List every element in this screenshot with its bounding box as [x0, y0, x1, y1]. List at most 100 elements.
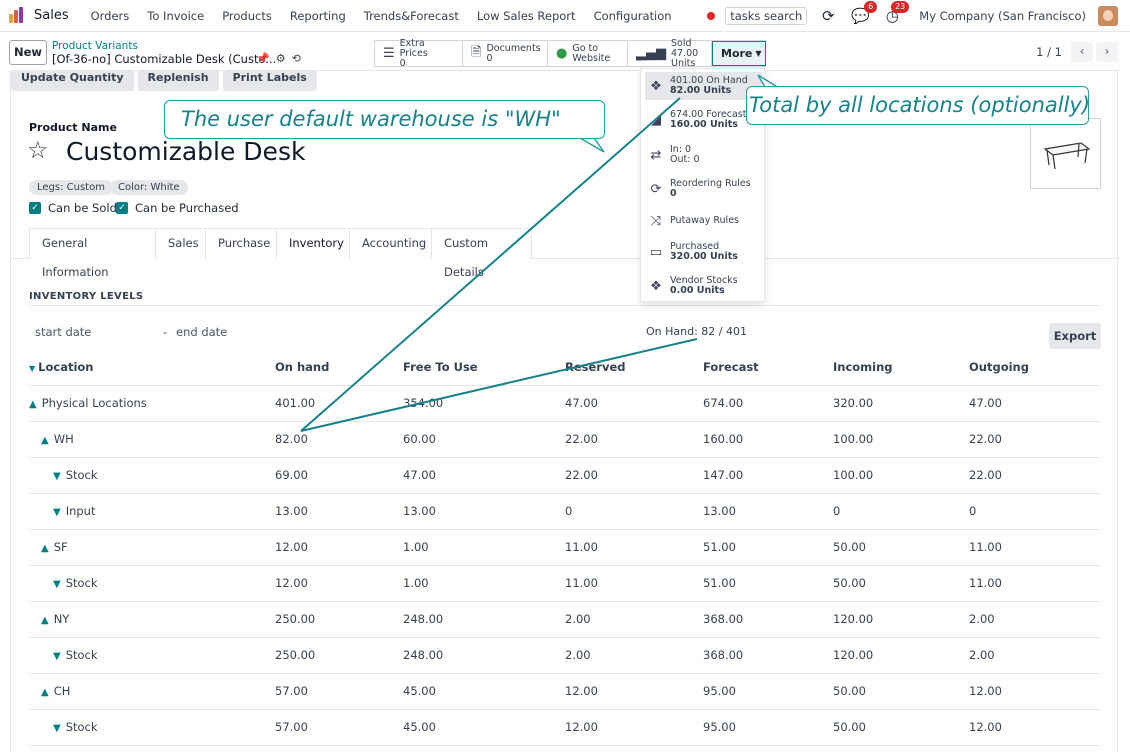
expand-caret-icon[interactable]: ▼	[53, 651, 61, 662]
location-cell[interactable]: ▲ NY	[41, 612, 69, 626]
company-switcher[interactable]: My Company (San Francisco)	[919, 9, 1086, 23]
menu-reporting[interactable]: Reporting	[290, 9, 346, 23]
checkbox-checked-icon: ✓	[29, 202, 41, 214]
pager-value[interactable]: 1 / 1	[1036, 45, 1062, 59]
dropdown-purchased[interactable]: ▭ Purchased 320.00 Units	[645, 238, 762, 266]
tasks-search-input[interactable]: tasks search	[725, 7, 808, 25]
tab-accounting[interactable]: Accounting	[349, 228, 432, 259]
collapse-caret-icon[interactable]: ▲	[41, 435, 49, 446]
column-reserved[interactable]: Reserved	[565, 360, 626, 374]
gear-icon[interactable]: ⚙	[276, 52, 286, 65]
location-cell[interactable]: ▼ Stock	[53, 576, 98, 590]
sold-button[interactable]: ▂▄▆ Sold 47.00 Units	[628, 38, 712, 68]
tab-general-information[interactable]: General Information	[29, 228, 156, 279]
form-sheet: Update Quantity Replenish Print Labels P…	[10, 70, 1119, 752]
tab-custom-details[interactable]: Custom Details	[431, 228, 532, 279]
dropdown-in-out[interactable]: ⇄ In: 0 Out: 0	[645, 141, 762, 169]
start-date-input[interactable]: start date	[35, 325, 91, 339]
table-cell: 12.00	[969, 684, 1002, 698]
sales-app-icon[interactable]	[9, 6, 27, 25]
row-divider	[29, 565, 1100, 566]
menu-to-invoice[interactable]: To Invoice	[147, 9, 204, 23]
can-be-sold-checkbox[interactable]: ✓ Can be Sold	[29, 201, 117, 215]
documents-button[interactable]: 🗎 Documents 0	[463, 41, 548, 66]
go-to-website-button[interactable]: ● Go to Website	[548, 41, 628, 66]
end-date-input[interactable]: end date	[176, 325, 227, 339]
area-chart-icon: ◢	[651, 112, 661, 128]
location-cell[interactable]: ▲ Physical Locations	[29, 396, 147, 410]
column-location[interactable]: ▼ Location	[29, 360, 94, 374]
can-be-purchased-checkbox[interactable]: ✓ Can be Purchased	[116, 201, 239, 215]
sync-icon[interactable]: ⟲	[292, 52, 301, 65]
menu-low-sales-report[interactable]: Low Sales Report	[477, 9, 576, 23]
tab-sales[interactable]: Sales	[155, 228, 206, 259]
tag-color-white[interactable]: Color: White	[110, 180, 188, 195]
expand-caret-icon[interactable]: ▼	[53, 723, 61, 734]
export-button[interactable]: Export	[1049, 323, 1101, 349]
location-cell[interactable]: ▼ Stock	[53, 720, 98, 734]
tag-legs-custom[interactable]: Legs: Custom	[29, 180, 113, 195]
recording-indicator-icon[interactable]	[707, 12, 716, 20]
menu-orders[interactable]: Orders	[91, 9, 130, 23]
dropdown-putaway-rules[interactable]: ⤨ Putaway Rules	[645, 207, 762, 235]
tab-inventory[interactable]: Inventory	[276, 228, 350, 259]
dropdown-forecasted[interactable]: ◢ 674.00 Forecasted 160.00 Units	[645, 106, 762, 134]
tab-purchase[interactable]: Purchase	[205, 228, 277, 259]
table-cell: 57.00	[275, 684, 308, 698]
refresh-icon[interactable]: ⟳	[819, 7, 837, 25]
location-label: Physical Locations	[41, 396, 147, 410]
expand-caret-icon[interactable]: ▼	[53, 507, 61, 518]
column-forecast[interactable]: Forecast	[703, 360, 759, 374]
location-cell[interactable]: ▼ Input	[53, 504, 95, 518]
location-cell[interactable]: ▲ CH	[41, 684, 70, 698]
location-cell[interactable]: ▲ WH	[41, 432, 74, 446]
location-cell[interactable]: ▲ SF	[41, 540, 68, 554]
collapse-caret-icon[interactable]: ▲	[41, 687, 49, 698]
table-cell: 50.00	[833, 540, 866, 554]
location-cell[interactable]: ▼ Stock	[53, 468, 98, 482]
update-quantity-button[interactable]: Update Quantity	[11, 71, 134, 91]
table-cell: 22.00	[969, 468, 1002, 482]
menu-configuration[interactable]: Configuration	[594, 9, 672, 23]
expand-caret-icon[interactable]: ▼	[53, 471, 61, 482]
messages-icon[interactable]: 💬 6	[851, 1, 878, 25]
replenish-button[interactable]: Replenish	[137, 71, 219, 91]
user-avatar[interactable]	[1098, 6, 1118, 26]
column-on-hand[interactable]: On hand	[275, 360, 329, 374]
purchased-units: 320.00 Units	[670, 251, 738, 262]
putaway-rules-text: Putaway Rules	[670, 215, 739, 226]
location-label: WH	[53, 432, 74, 446]
column-location-label: Location	[38, 360, 94, 374]
favorite-star-icon[interactable]: ☆	[27, 136, 49, 164]
dropdown-vendor-stocks[interactable]: ❖ Vendor Stocks 0.00 Units	[645, 272, 762, 300]
menu-products[interactable]: Products	[222, 9, 272, 23]
column-outgoing[interactable]: Outgoing	[969, 360, 1029, 374]
dropdown-on-hand[interactable]: ❖ 401.00 On Hand 82.00 Units	[645, 72, 762, 100]
more-button[interactable]: More ▼	[712, 41, 766, 66]
location-cell[interactable]: ▼ Stock	[53, 648, 98, 662]
collapse-caret-icon[interactable]: ▲	[29, 399, 37, 410]
column-free-to-use[interactable]: Free To Use	[403, 360, 478, 374]
expand-caret-icon[interactable]: ▼	[53, 579, 61, 590]
pin-icon[interactable]: 📌	[256, 52, 270, 65]
control-panel: New Product Variants [Of-36-no] Customiz…	[0, 33, 1130, 73]
activities-clock-icon[interactable]: ◷ 23	[883, 1, 910, 25]
print-labels-button[interactable]: Print Labels	[222, 71, 317, 91]
pager-previous-button[interactable]: ‹	[1071, 42, 1093, 62]
breadcrumb-parent[interactable]: Product Variants	[52, 40, 138, 52]
new-button[interactable]: New	[9, 40, 47, 65]
collapse-caret-icon[interactable]: ▲	[41, 543, 49, 554]
extra-prices-button[interactable]: ☰ Extra Prices 0	[375, 37, 463, 68]
pager-next-button[interactable]: ›	[1096, 42, 1118, 62]
product-image[interactable]	[1030, 118, 1101, 189]
table-cell: 368.00	[703, 612, 744, 626]
collapse-caret-icon[interactable]: ▲	[41, 615, 49, 626]
extra-prices-label: Extra Prices	[399, 37, 428, 59]
app-title[interactable]: Sales	[34, 8, 69, 23]
product-name-field[interactable]: Customizable Desk	[66, 137, 305, 166]
row-divider	[29, 673, 1100, 674]
website-label: Go to	[572, 42, 599, 54]
menu-trends-forecast[interactable]: Trends&Forecast	[364, 9, 459, 23]
dropdown-reordering-rules[interactable]: ⟳ Reordering Rules 0	[645, 175, 762, 203]
column-incoming[interactable]: Incoming	[833, 360, 893, 374]
